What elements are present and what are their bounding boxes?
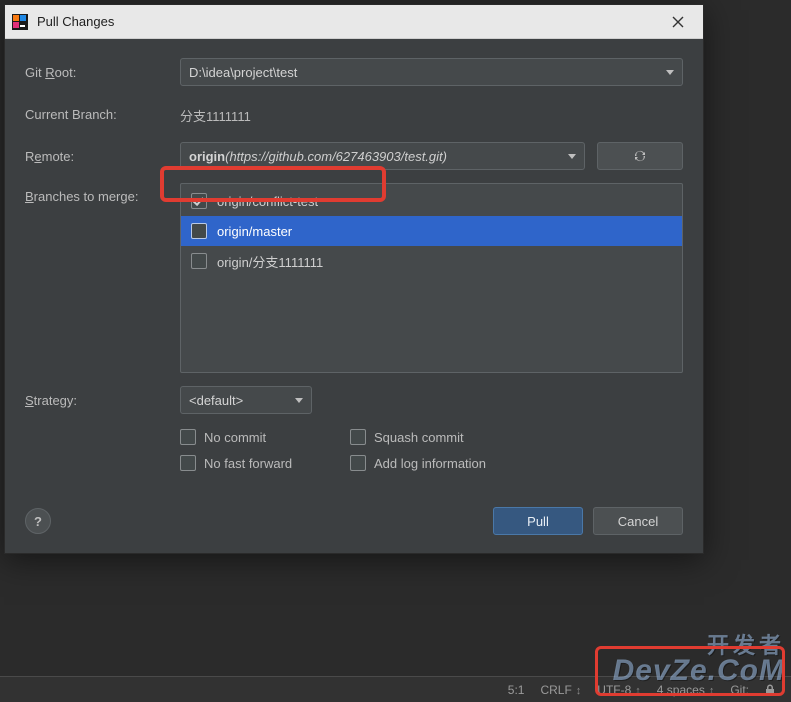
add-log-checkbox[interactable]: Add log information [350,455,550,471]
checkbox-icon [350,455,366,471]
dialog-title: Pull Changes [37,14,661,29]
branch-item[interactable]: origin/分支1111111 [181,246,682,276]
checkbox-icon [180,429,196,445]
git-root-value: D:\idea\project\test [189,65,297,80]
branches-list[interactable]: origin/conflict-test origin/master origi… [180,183,683,373]
refresh-button[interactable] [597,142,683,170]
lock-icon[interactable] [759,684,781,696]
dialog-footer: ? Pull Cancel [5,493,703,553]
pull-changes-dialog: Pull Changes Git Root: D:\idea\project\t… [4,4,704,554]
chevron-down-icon [568,154,576,159]
remote-label: Remote: [25,149,180,164]
branch-checkbox[interactable] [191,253,207,269]
pull-button[interactable]: Pull [493,507,583,535]
branch-label: origin/conflict-test [217,194,318,209]
git-root-row: Git Root: D:\idea\project\test [25,57,683,87]
remote-value: origin(https://github.com/627463903/test… [189,149,447,164]
caret-position[interactable]: 5:1 [502,683,531,697]
git-root-select[interactable]: D:\idea\project\test [180,58,683,86]
git-root-label: Git Root: [25,65,180,80]
no-commit-checkbox[interactable]: No commit [180,429,350,445]
strategy-select[interactable]: <default> [180,386,312,414]
chevron-down-icon [295,398,303,403]
refresh-icon [632,148,648,164]
options-grid: No commit Squash commit No fast forward … [180,429,550,471]
strategy-value: <default> [189,393,243,408]
checkbox-icon [350,429,366,445]
checkbox-icon [180,455,196,471]
close-icon [672,16,684,28]
line-separator[interactable]: CRLF [534,683,587,697]
remote-select[interactable]: origin(https://github.com/627463903/test… [180,142,585,170]
current-branch-value: 分支1111111 [180,104,251,125]
squash-commit-checkbox[interactable]: Squash commit [350,429,550,445]
intellij-icon [11,13,29,31]
current-branch-label: Current Branch: [25,107,180,122]
remote-row: Remote: origin(https://github.com/627463… [25,141,683,171]
options-row: No commit Squash commit No fast forward … [25,427,683,471]
no-fast-forward-checkbox[interactable]: No fast forward [180,455,350,471]
help-button[interactable]: ? [25,508,51,534]
strategy-row: Strategy: <default> [25,385,683,415]
branch-checkbox[interactable] [191,223,207,239]
branch-checkbox[interactable] [191,193,207,209]
current-branch-row: Current Branch: 分支1111111 [25,99,683,129]
encoding[interactable]: UTF-8 [591,683,647,697]
close-button[interactable] [661,10,695,34]
strategy-label: Strategy: [25,393,180,408]
cancel-button[interactable]: Cancel [593,507,683,535]
branches-row: Branches to merge: origin/conflict-test … [25,183,683,373]
branch-item[interactable]: origin/master [181,216,682,246]
dialog-content: Git Root: D:\idea\project\test Current B… [5,39,703,493]
indent[interactable]: 4 spaces [651,683,721,697]
git-widget[interactable]: Git: [724,683,755,697]
chevron-down-icon [666,70,674,75]
branch-item[interactable]: origin/conflict-test [181,186,682,216]
branches-label: Branches to merge: [25,183,180,204]
status-bar: 5:1 CRLF UTF-8 4 spaces Git: [0,676,791,702]
branch-label: origin/分支1111111 [217,252,323,271]
titlebar: Pull Changes [5,5,703,39]
branch-label: origin/master [217,224,292,239]
